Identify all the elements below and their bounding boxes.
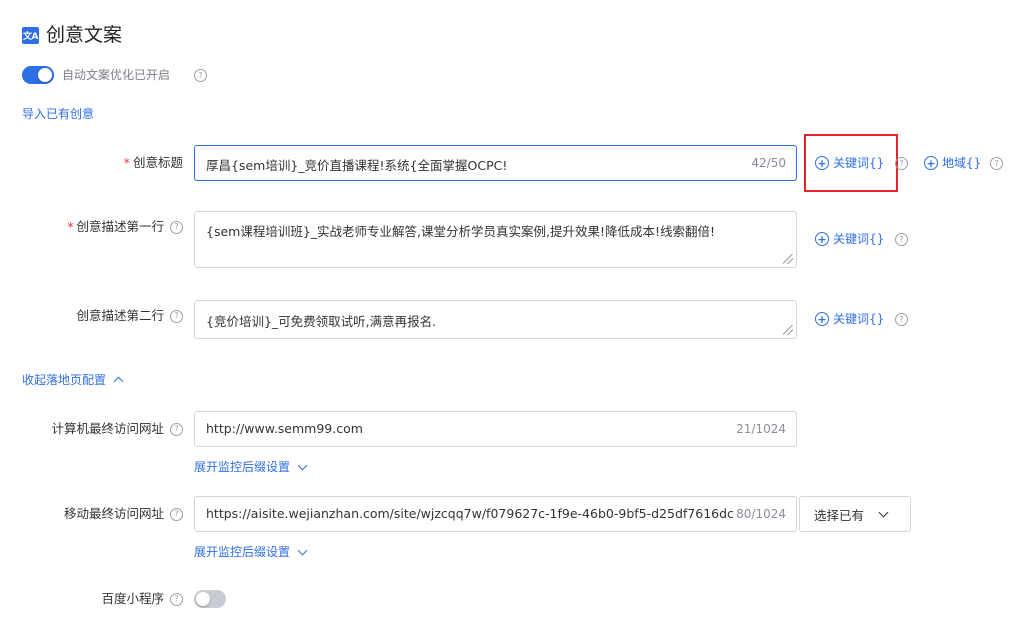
keyword-button-label: 关键词{} bbox=[833, 312, 885, 326]
help-icon[interactable]: ? bbox=[895, 233, 908, 246]
plus-icon: + bbox=[815, 232, 829, 246]
pc-url-input[interactable]: http://www.semm99.com 21/1024 bbox=[194, 411, 797, 447]
plus-icon: + bbox=[815, 312, 829, 326]
pc-url-counter: 21/1024 bbox=[736, 422, 786, 436]
mini-program-toggle[interactable] bbox=[194, 590, 226, 608]
import-existing-link[interactable]: 导入已有创意 bbox=[22, 105, 94, 123]
mini-program-label-wrap: 百度小程序 ? bbox=[20, 590, 183, 608]
help-icon[interactable]: ? bbox=[170, 507, 183, 521]
desc2-label-wrap: 创意描述第二行 ? bbox=[20, 307, 183, 325]
chevron-up-icon bbox=[113, 376, 124, 387]
mini-program-label: 百度小程序 bbox=[101, 591, 164, 606]
toggle-knob bbox=[38, 68, 52, 82]
title-label: 创意标题 bbox=[132, 155, 183, 170]
desc1-label-wrap: * 创意描述第一行 ? bbox=[20, 218, 183, 236]
desc1-label: 创意描述第一行 bbox=[76, 219, 164, 234]
mobile-expand-suffix-link[interactable]: 展开监控后缀设置 bbox=[194, 543, 308, 561]
collapse-landing-link[interactable]: 收起落地页配置 bbox=[22, 371, 124, 389]
mobile-url-label-wrap: 移动最终访问网址 ? bbox=[20, 505, 183, 523]
title-keyword-button[interactable]: + 关键词{} bbox=[815, 154, 884, 172]
title-counter: 42/50 bbox=[751, 156, 786, 170]
pc-expand-suffix-link[interactable]: 展开监控后缀设置 bbox=[194, 458, 308, 476]
chevron-down-icon bbox=[297, 545, 308, 555]
required-mark: * bbox=[123, 155, 130, 170]
select-existing-dropdown[interactable]: 选择已有 bbox=[799, 496, 911, 532]
desc2-keyword-button[interactable]: + 关键词{} bbox=[815, 310, 884, 328]
pc-url-value[interactable]: http://www.semm99.com bbox=[206, 421, 716, 436]
help-icon[interactable]: ? bbox=[895, 157, 908, 170]
auto-optimize-label: 自动文案优化已开启 bbox=[62, 68, 171, 82]
help-icon[interactable]: ? bbox=[194, 69, 207, 82]
page-title: 创意文案 bbox=[46, 24, 123, 46]
desc1-value[interactable]: {sem课程培训班}_实战老师专业解答,课堂分析学员真实案例,提升效果!降低成本… bbox=[206, 221, 784, 240]
plus-icon: + bbox=[924, 156, 938, 170]
help-icon[interactable]: ? bbox=[170, 220, 183, 234]
help-icon[interactable]: ? bbox=[990, 157, 1003, 170]
auto-optimize-toggle[interactable] bbox=[22, 66, 54, 84]
title-label-wrap: * 创意标题 bbox=[20, 154, 183, 172]
help-icon[interactable]: ? bbox=[895, 313, 908, 326]
expand-suffix-label: 展开监控后缀设置 bbox=[194, 460, 291, 474]
pc-url-label-wrap: 计算机最终访问网址 ? bbox=[20, 420, 183, 438]
mobile-url-input[interactable]: https://aisite.wejianzhan.com/site/wjzcq… bbox=[194, 496, 797, 532]
expand-suffix-label: 展开监控后缀设置 bbox=[194, 545, 291, 559]
title-input[interactable]: 厚昌{sem培训}_竞价直播课程!系统{全面掌握OCPC! 42/50 bbox=[194, 145, 797, 181]
toggle-knob bbox=[196, 592, 210, 606]
region-button-label: 地域{} bbox=[942, 156, 982, 170]
desc1-textarea[interactable]: {sem课程培训班}_实战老师专业解答,课堂分析学员真实案例,提升效果!降低成本… bbox=[194, 211, 797, 268]
title-input-value[interactable]: 厚昌{sem培训}_竞价直播课程!系统{全面掌握OCPC! bbox=[206, 155, 726, 174]
mobile-url-value[interactable]: https://aisite.wejianzhan.com/site/wjzcq… bbox=[206, 506, 734, 521]
chevron-down-icon bbox=[297, 460, 308, 470]
desc1-keyword-button[interactable]: + 关键词{} bbox=[815, 230, 884, 248]
resize-handle[interactable] bbox=[783, 325, 793, 335]
help-icon[interactable]: ? bbox=[170, 422, 183, 436]
help-icon[interactable]: ? bbox=[170, 309, 183, 323]
required-mark: * bbox=[67, 219, 74, 234]
keyword-button-label: 关键词{} bbox=[833, 156, 885, 170]
title-region-button[interactable]: + 地域{} bbox=[924, 154, 981, 172]
mobile-url-label: 移动最终访问网址 bbox=[63, 506, 164, 521]
select-existing-label: 选择已有 bbox=[814, 507, 865, 523]
resize-handle[interactable] bbox=[783, 254, 793, 264]
chevron-down-icon bbox=[878, 507, 889, 517]
plus-icon: + bbox=[815, 156, 829, 170]
keyword-button-label: 关键词{} bbox=[833, 232, 885, 246]
desc2-label: 创意描述第二行 bbox=[76, 308, 164, 323]
mobile-url-counter: 80/1024 bbox=[736, 507, 786, 521]
creative-text-icon: 文A bbox=[22, 27, 39, 44]
desc2-textarea[interactable]: {竞价培训}_可免费领取试听,满意再报名. bbox=[194, 300, 797, 339]
help-icon[interactable]: ? bbox=[170, 592, 183, 606]
desc2-value[interactable]: {竞价培训}_可免费领取试听,满意再报名. bbox=[206, 311, 784, 330]
collapse-landing-label: 收起落地页配置 bbox=[22, 373, 107, 387]
pc-url-label: 计算机最终访问网址 bbox=[51, 421, 164, 436]
